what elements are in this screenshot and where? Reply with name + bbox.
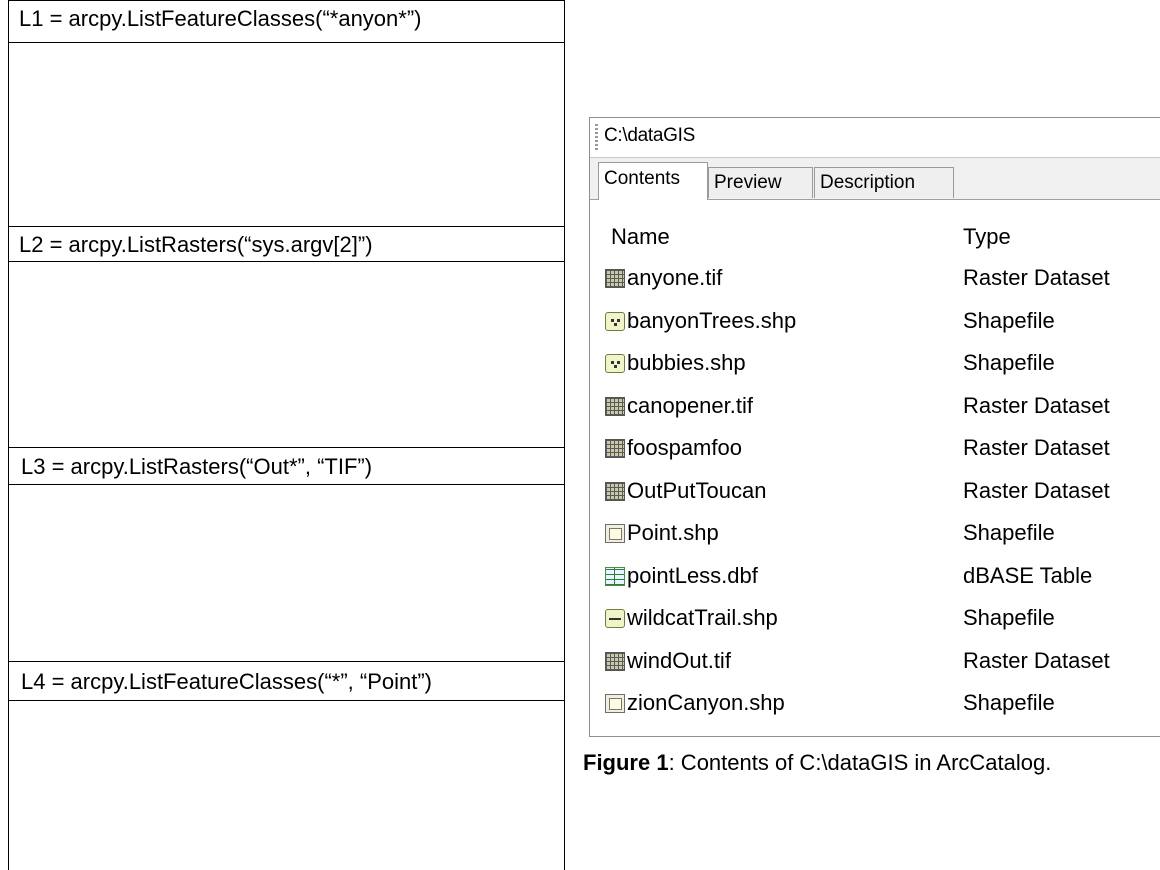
- answer-table: L1 = arcpy.ListFeatureClasses(“*anyon*”)…: [8, 0, 565, 870]
- column-header-type[interactable]: Type: [963, 224, 1011, 250]
- list-item[interactable]: foospamfoo Raster Dataset: [590, 431, 1160, 473]
- item-name: windOut.tif: [627, 647, 731, 673]
- list-item[interactable]: pointLess.dbf dBASE Table: [590, 559, 1160, 601]
- raster-icon: [605, 269, 625, 288]
- list-item[interactable]: windOut.tif Raster Dataset: [590, 644, 1160, 686]
- raster-icon: [605, 439, 625, 458]
- question-l4: L4 = arcpy.ListFeatureClasses(“*”, “Poin…: [9, 661, 564, 701]
- item-name: wildcatTrail.shp: [627, 605, 778, 630]
- item-type: Raster Dataset: [963, 477, 1110, 503]
- tab-preview[interactable]: Preview: [708, 167, 813, 198]
- tab-description[interactable]: Description: [814, 167, 954, 198]
- raster-icon: [605, 651, 625, 671]
- item-type: Shapefile: [963, 520, 1055, 545]
- list-item[interactable]: zionCanyon.shp Shapefile: [590, 686, 1160, 728]
- list-item[interactable]: canopener.tif Raster Dataset: [590, 389, 1160, 431]
- point-shapefile-icon: [605, 354, 625, 373]
- item-type: Raster Dataset: [963, 265, 1110, 290]
- polygon-shapefile-icon: [605, 694, 625, 713]
- item-name: OutPutToucan: [627, 477, 767, 503]
- raster-icon: [605, 481, 625, 501]
- item-name: bubbies.shp: [627, 350, 746, 375]
- table-icon: [605, 566, 625, 586]
- list-item[interactable]: banyonTrees.shp Shapefile: [590, 304, 1160, 346]
- figure-caption: Figure 1: Contents of C:\dataGIS in ArcC…: [583, 750, 1051, 776]
- location-bar[interactable]: C:\dataGIS: [590, 118, 1160, 158]
- list-item[interactable]: wildcatTrail.shp Shapefile: [590, 601, 1160, 643]
- item-type: Shapefile: [963, 690, 1055, 715]
- item-name: pointLess.dbf: [627, 562, 758, 588]
- item-type: Shapefile: [963, 307, 1055, 333]
- list-item[interactable]: bubbies.shp Shapefile: [590, 346, 1160, 388]
- list-item[interactable]: OutPutToucan Raster Dataset: [590, 474, 1160, 516]
- item-type: Raster Dataset: [963, 647, 1110, 673]
- question-l1: L1 = arcpy.ListFeatureClasses(“*anyon*”): [9, 1, 564, 43]
- item-type: Raster Dataset: [963, 435, 1110, 460]
- item-type: dBASE Table: [963, 562, 1093, 588]
- line-shapefile-icon: [605, 609, 625, 628]
- item-name: banyonTrees.shp: [627, 307, 797, 333]
- item-type: Shapefile: [963, 350, 1055, 375]
- item-type: Raster Dataset: [963, 392, 1110, 418]
- location-path: C:\dataGIS: [604, 125, 695, 146]
- polygon-shapefile-icon: [605, 524, 625, 543]
- tab-contents[interactable]: Contents: [598, 162, 708, 200]
- contents-list: Name Type anyone.tif Raster Dataset banyon…: [590, 200, 1160, 736]
- figure-label: Figure 1: [583, 750, 669, 775]
- toolbar-grip-icon[interactable]: [595, 124, 598, 150]
- question-l2: L2 = arcpy.ListRasters(“sys.argv[2]”): [9, 226, 564, 262]
- figure-caption-text: : Contents of C:\dataGIS in ArcCatalog.: [668, 750, 1052, 775]
- raster-icon: [605, 396, 625, 416]
- item-name: Point.shp: [627, 520, 719, 545]
- column-header-name[interactable]: Name: [611, 224, 670, 250]
- list-item[interactable]: Point.shp Shapefile: [590, 516, 1160, 558]
- item-name: anyone.tif: [627, 265, 723, 290]
- item-type: Shapefile: [963, 605, 1055, 630]
- point-shapefile-icon: [605, 311, 625, 331]
- question-l3: L3 = arcpy.ListRasters(“Out*”, “TIF”): [9, 447, 564, 485]
- list-item[interactable]: anyone.tif Raster Dataset: [590, 261, 1160, 303]
- item-name: zionCanyon.shp: [627, 690, 785, 715]
- item-name: canopener.tif: [627, 392, 753, 418]
- arccatalog-window: C:\dataGIS Contents Preview Description …: [589, 117, 1160, 737]
- item-name: foospamfoo: [627, 435, 742, 460]
- tab-bar: Contents Preview Description: [590, 158, 1160, 200]
